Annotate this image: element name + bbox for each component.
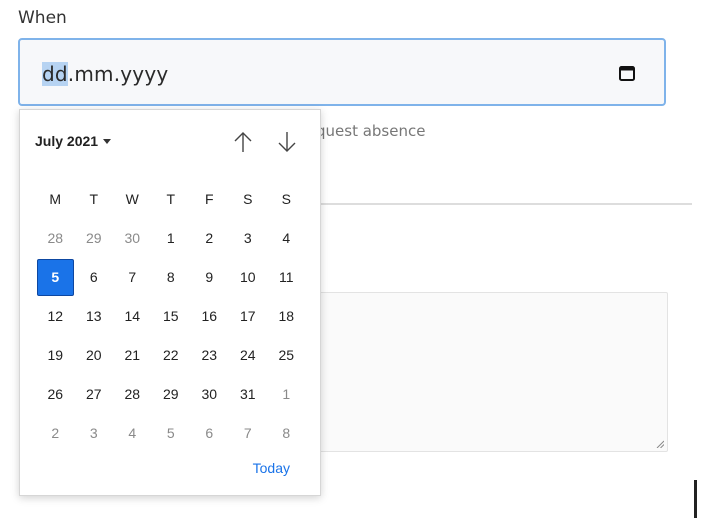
day-cell[interactable]: 7 [229, 414, 268, 453]
day-cell[interactable]: 19 [36, 336, 75, 375]
day-cell[interactable]: 29 [75, 219, 114, 258]
absence-form: When dd.mm.yyyy quest absence July 2021 [0, 0, 708, 518]
weekday-header: S [243, 191, 253, 207]
weeks-container: 28 29 30 1 2 3 4 5 6 7 8 9 10 11 12 13 14 15 16 17 18 19 20 21 2… [36, 219, 306, 453]
weekday-header: F [204, 191, 214, 207]
resize-grip-icon[interactable] [656, 440, 664, 448]
day-cell[interactable]: 28 [113, 375, 152, 414]
week-row: 28 29 30 1 2 3 4 [36, 219, 306, 258]
calendar-icon[interactable] [618, 64, 636, 82]
day-cell[interactable]: 6 [190, 414, 229, 453]
arrow-down-icon[interactable] [276, 130, 298, 154]
day-cell[interactable]: 26 [36, 375, 75, 414]
week-row: 19 20 21 22 23 24 25 [36, 336, 306, 375]
day-cell[interactable]: 17 [229, 297, 268, 336]
calendar-grid: MTWTFSS 28 29 30 1 2 3 4 5 6 7 8 9 10 11 12 13 14 15 16 17 1… [36, 180, 306, 453]
day-cell[interactable]: 21 [113, 336, 152, 375]
day-cell[interactable]: 7 [113, 258, 152, 297]
day-cell[interactable]: 16 [190, 297, 229, 336]
week-row: 5 6 7 8 9 10 11 [36, 258, 306, 297]
date-value[interactable]: dd.mm.yyyy [42, 62, 168, 86]
day-cell[interactable]: 11 [267, 258, 306, 297]
helper-text: quest absence [316, 122, 426, 140]
day-cell[interactable]: 3 [75, 414, 114, 453]
week-row: 12 13 14 15 16 17 18 [36, 297, 306, 336]
date-rest-segment[interactable]: .mm.yyyy [68, 62, 169, 86]
day-cell[interactable]: 3 [229, 219, 268, 258]
day-cell[interactable]: 10 [229, 258, 268, 297]
caret-down-icon [103, 139, 112, 144]
weekday-header-row: MTWTFSS [36, 180, 306, 219]
day-cell[interactable]: 6 [75, 258, 114, 297]
day-cell[interactable]: 23 [190, 336, 229, 375]
weekday-header: W [125, 191, 139, 207]
month-year-dropdown[interactable]: July 2021 [35, 133, 112, 149]
date-input[interactable]: dd.mm.yyyy [18, 38, 666, 106]
day-cell[interactable]: 29 [152, 375, 191, 414]
day-cell[interactable]: 8 [152, 258, 191, 297]
text-cursor [694, 480, 697, 518]
arrow-up-icon[interactable] [232, 130, 254, 154]
day-cell[interactable]: 15 [152, 297, 191, 336]
week-row: 26 27 28 29 30 31 1 [36, 375, 306, 414]
day-cell[interactable]: 2 [190, 219, 229, 258]
date-day-segment[interactable]: dd [42, 62, 68, 86]
day-cell[interactable]: 8 [267, 414, 306, 453]
when-label: When [18, 8, 67, 28]
day-cell[interactable]: 13 [75, 297, 114, 336]
day-cell[interactable]: 4 [113, 414, 152, 453]
day-cell[interactable]: 27 [75, 375, 114, 414]
day-cell[interactable]: 24 [229, 336, 268, 375]
day-cell[interactable]: 28 [36, 219, 75, 258]
day-cell[interactable]: 1 [267, 375, 306, 414]
day-cell[interactable]: 30 [113, 219, 152, 258]
weekday-header: T [166, 191, 176, 207]
day-cell[interactable]: 18 [267, 297, 306, 336]
day-cell[interactable]: 9 [190, 258, 229, 297]
day-cell[interactable]: 25 [267, 336, 306, 375]
date-picker-popup: July 2021 MTWTFSS 28 29 30 1 2 3 4 5 6 7 8 9 10 11 12 1… [19, 109, 321, 496]
day-cell[interactable]: 12 [36, 297, 75, 336]
weekday-header: M [49, 191, 62, 207]
month-year-label: July 2021 [35, 133, 99, 149]
day-cell[interactable]: 20 [75, 336, 114, 375]
day-cell[interactable]: 1 [152, 219, 191, 258]
week-row: 2345678 [36, 414, 306, 453]
weekday-header: S [281, 191, 291, 207]
weekday-header: T [89, 191, 99, 207]
day-cell[interactable]: 2 [36, 414, 75, 453]
day-cell[interactable]: 31 [229, 375, 268, 414]
day-cell[interactable]: 4 [267, 219, 306, 258]
day-cell[interactable]: 22 [152, 336, 191, 375]
day-cell[interactable]: 14 [113, 297, 152, 336]
day-cell[interactable]: 30 [190, 375, 229, 414]
note-textarea[interactable] [316, 292, 668, 452]
day-cell[interactable]: 5 [152, 414, 191, 453]
day-cell-selected[interactable]: 5 [37, 259, 74, 296]
today-button[interactable]: Today [253, 460, 290, 476]
section-divider [320, 203, 692, 205]
